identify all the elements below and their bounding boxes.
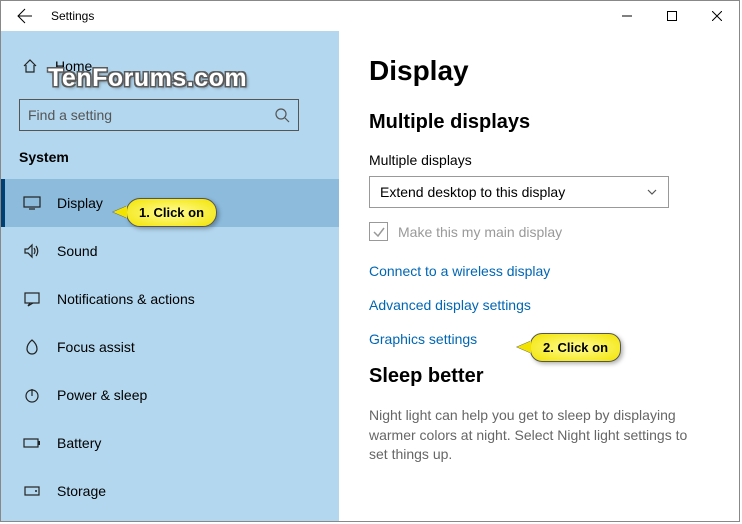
section-heading-multiple-displays: Multiple displays: [369, 111, 709, 134]
settings-window: Settings Home System: [0, 0, 740, 522]
back-arrow-icon: [17, 8, 33, 24]
home-icon: [21, 57, 39, 75]
storage-icon: [23, 482, 41, 500]
checkbox-label: Make this my main display: [398, 224, 562, 240]
sidebar-item-label: Display: [57, 195, 103, 211]
window-title: Settings: [49, 1, 94, 31]
sidebar-item-notifications[interactable]: Notifications & actions: [1, 275, 339, 323]
minimize-icon: [622, 11, 632, 21]
sidebar-item-sound[interactable]: Sound: [1, 227, 339, 275]
display-icon: [23, 194, 41, 212]
link-wireless-display[interactable]: Connect to a wireless display: [369, 263, 709, 279]
sidebar-item-label: Power & sleep: [57, 387, 147, 403]
annotation-callout-1: 1. Click on: [126, 198, 217, 227]
battery-icon: [23, 434, 41, 452]
sleep-better-description: Night light can help you get to sleep by…: [369, 406, 709, 465]
page-title: Display: [369, 55, 709, 87]
sidebar-item-storage[interactable]: Storage: [1, 467, 339, 515]
sidebar-item-label: Storage: [57, 483, 106, 499]
power-icon: [23, 386, 41, 404]
back-button[interactable]: [1, 1, 49, 31]
notifications-icon: [23, 290, 41, 308]
sidebar-item-label: Focus assist: [57, 339, 135, 355]
maximize-button[interactable]: [649, 1, 694, 31]
checkbox-icon: [369, 222, 388, 241]
sound-icon: [23, 242, 41, 260]
main-display-checkbox: Make this my main display: [369, 222, 709, 241]
close-button[interactable]: [694, 1, 739, 31]
focus-assist-icon: [23, 338, 41, 356]
minimize-button[interactable]: [604, 1, 649, 31]
chevron-down-icon: [646, 186, 658, 198]
dropdown-value: Extend desktop to this display: [380, 184, 646, 200]
search-input[interactable]: [28, 107, 274, 123]
maximize-icon: [667, 11, 677, 21]
sidebar-category: System: [19, 149, 339, 165]
search-box[interactable]: [19, 99, 299, 131]
sidebar-item-power-sleep[interactable]: Power & sleep: [1, 371, 339, 419]
dropdown-label: Multiple displays: [369, 152, 709, 168]
search-icon: [274, 107, 290, 123]
multiple-displays-dropdown[interactable]: Extend desktop to this display: [369, 176, 669, 208]
section-heading-sleep-better: Sleep better: [369, 365, 709, 388]
close-icon: [712, 11, 722, 21]
sidebar-item-focus-assist[interactable]: Focus assist: [1, 323, 339, 371]
nav-home[interactable]: Home: [19, 49, 339, 83]
sidebar-item-battery[interactable]: Battery: [1, 419, 339, 467]
annotation-callout-2: 2. Click on: [530, 333, 621, 362]
sidebar-item-label: Notifications & actions: [57, 291, 195, 307]
sidebar: Home System Display: [1, 31, 339, 521]
titlebar: Settings: [1, 1, 739, 31]
main-content: Display Multiple displays Multiple displ…: [339, 31, 739, 521]
sidebar-item-label: Battery: [57, 435, 101, 451]
nav-home-label: Home: [55, 58, 92, 74]
sidebar-item-label: Sound: [57, 243, 97, 259]
link-advanced-display[interactable]: Advanced display settings: [369, 297, 709, 313]
